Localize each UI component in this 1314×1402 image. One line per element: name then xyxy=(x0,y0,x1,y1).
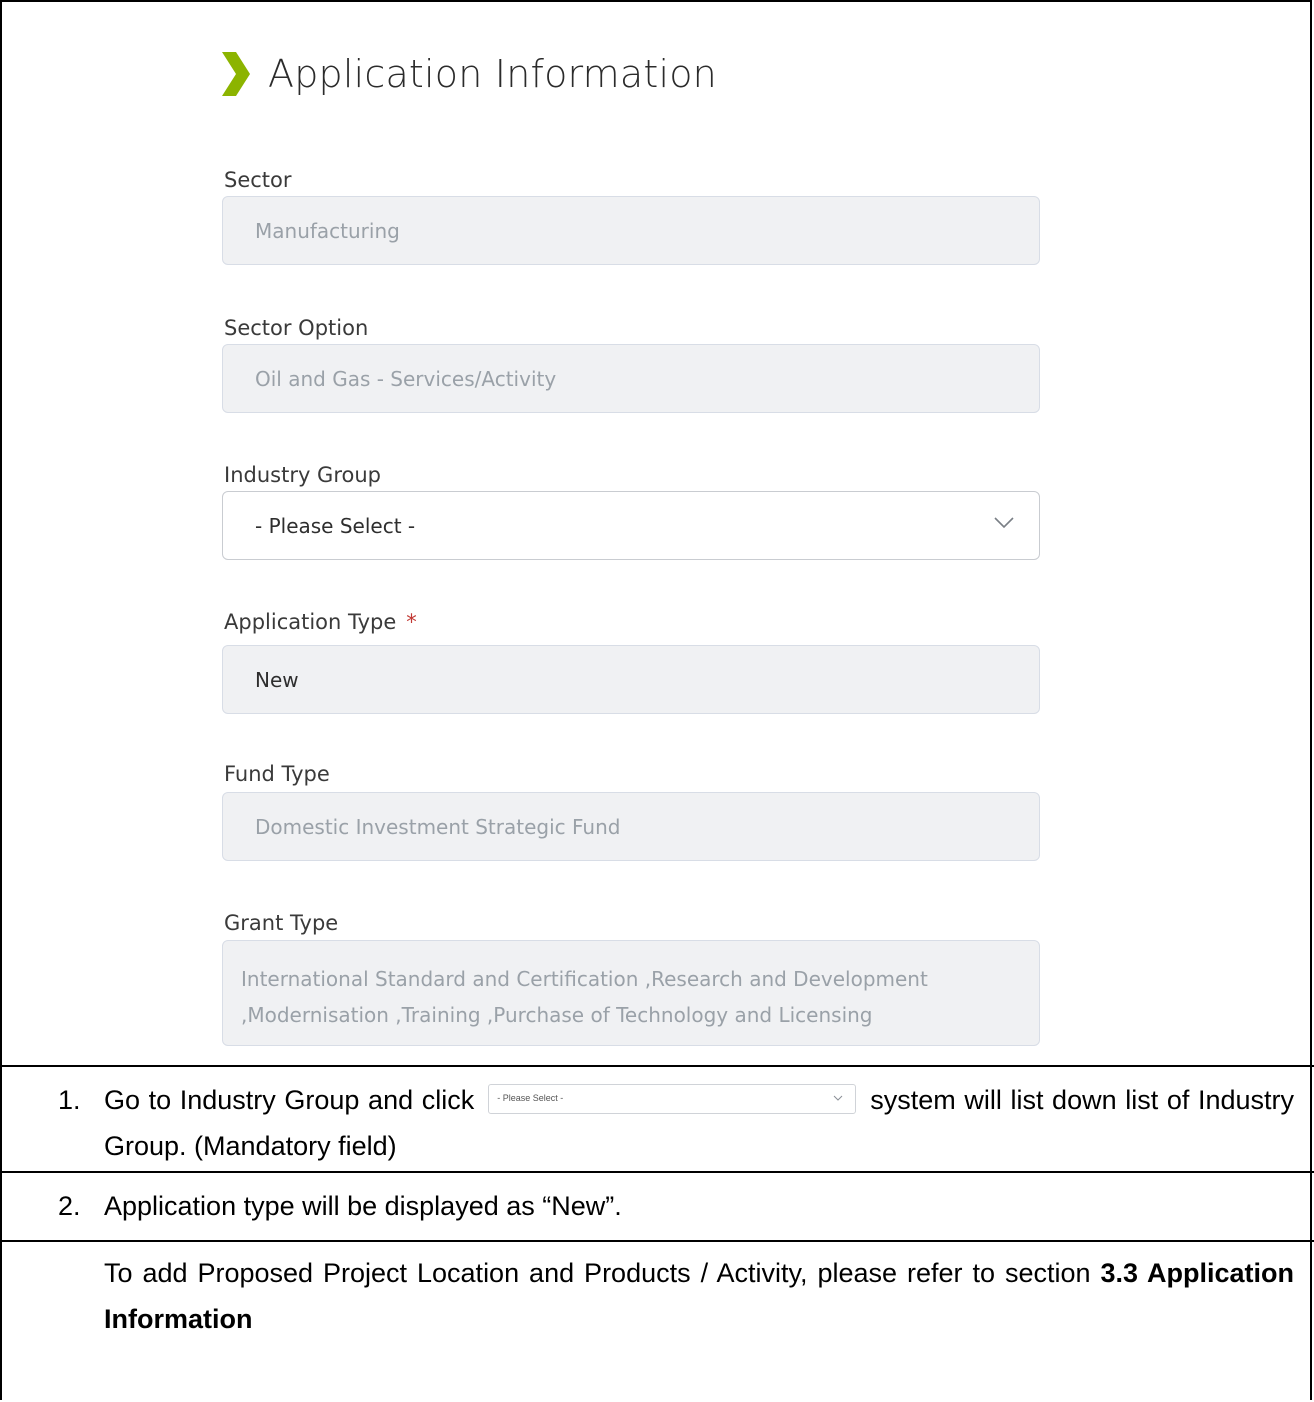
chevron-right-icon xyxy=(222,52,250,96)
industry-group-select[interactable]: - Please Select - xyxy=(222,491,1040,560)
sector-label: Sector xyxy=(224,168,292,192)
section-title: Application Information xyxy=(268,52,717,96)
table-row-divider xyxy=(0,1065,1314,1067)
application-type-label-text: Application Type xyxy=(224,610,397,634)
note-text: To add Proposed Project Location and Pro… xyxy=(104,1258,1091,1288)
application-type-field: New xyxy=(222,645,1040,714)
industry-group-placeholder: - Please Select - xyxy=(255,513,416,538)
inline-select-placeholder: - Please Select - xyxy=(497,1092,564,1103)
step-number: 2. xyxy=(58,1191,81,1221)
sector-option-field: Oil and Gas - Services/Activity xyxy=(222,344,1040,413)
table-row-divider xyxy=(0,1240,1314,1242)
step-text-before: Go to Industry Group and click xyxy=(104,1085,475,1115)
instruction-step-1: 1. Go to Industry Group and click - Pleas… xyxy=(0,1077,1314,1169)
step-text: Go to Industry Group and click - Please S… xyxy=(104,1077,1294,1169)
table-row-divider xyxy=(0,1171,1314,1173)
sector-field: Manufacturing xyxy=(222,196,1040,265)
reference-note: To add Proposed Project Location and Pro… xyxy=(104,1250,1294,1342)
section-header: Application Information xyxy=(222,44,717,104)
step-number: 1. xyxy=(58,1085,81,1115)
inline-select-example: - Please Select - xyxy=(488,1083,857,1114)
application-information-screenshot: Application Information Sector Manufactu… xyxy=(0,0,1314,1066)
application-type-label: Application Type * xyxy=(224,610,417,634)
fund-type-field: Domestic Investment Strategic Fund xyxy=(222,792,1040,861)
chevron-down-icon xyxy=(994,517,1014,529)
sector-option-label: Sector Option xyxy=(224,316,369,340)
industry-group-label: Industry Group xyxy=(224,463,381,487)
grant-type-label: Grant Type xyxy=(224,911,339,935)
instruction-step-2: 2. Application type will be displayed as… xyxy=(0,1183,1314,1229)
chevron-down-icon xyxy=(833,1095,843,1101)
required-asterisk: * xyxy=(406,610,417,634)
fund-type-label: Fund Type xyxy=(224,762,330,786)
grant-type-line-1: International Standard and Certification… xyxy=(241,967,928,991)
step-text: Application type will be displayed as “N… xyxy=(104,1191,622,1221)
grant-type-value: International Standard and Certification… xyxy=(241,961,928,1033)
grant-type-line-2: ,Modernisation ,Training ,Purchase of Te… xyxy=(241,1003,873,1027)
grant-type-field: International Standard and Certification… xyxy=(222,940,1040,1046)
